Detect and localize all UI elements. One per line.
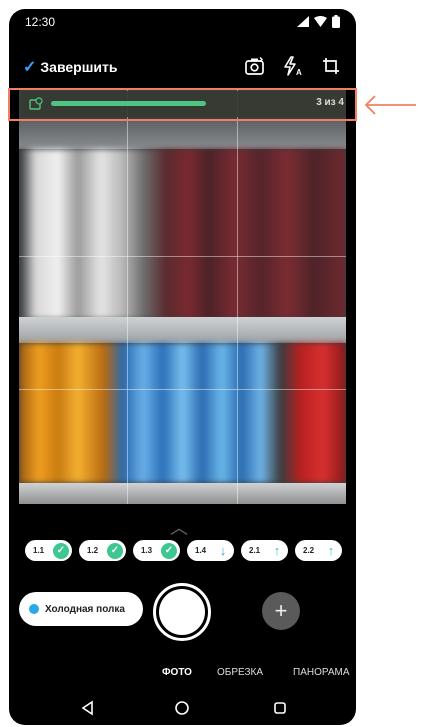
grid-line bbox=[19, 256, 346, 257]
section-chip[interactable]: 1.4 ↓ bbox=[187, 540, 234, 561]
status-time: 12:30 bbox=[25, 15, 56, 29]
signal-icon bbox=[297, 16, 309, 27]
mode-photo[interactable]: ФОТО bbox=[162, 667, 192, 678]
section-chip-label: 2.1 bbox=[249, 546, 261, 555]
status-bar: 12:30 bbox=[9, 9, 356, 35]
section-chip-label: 1.1 bbox=[33, 546, 45, 555]
shelf-color-dot bbox=[29, 604, 39, 614]
shelf-sections: 1.1 ✓ 1.2 ✓ 1.3 ✓ 1.4 ↓ 2.1 ↑ 2.2 ↑ bbox=[25, 540, 342, 561]
arrow-down-icon: ↓ bbox=[219, 543, 227, 558]
arrow-left-icon bbox=[364, 95, 416, 115]
camera-toolbar: ✓ Завершить A bbox=[9, 47, 356, 87]
shelf-type-selector[interactable]: Холодная полка bbox=[19, 592, 143, 626]
shelf-type-label: Холодная полка bbox=[45, 603, 125, 615]
switch-camera-icon[interactable] bbox=[244, 55, 266, 77]
finish-label: Завершить bbox=[40, 59, 118, 75]
grid-line bbox=[127, 89, 128, 504]
mode-panorama[interactable]: ПАНОРАМА bbox=[293, 667, 350, 678]
finish-button[interactable]: ✓ Завершить bbox=[23, 57, 117, 77]
system-nav-bar bbox=[9, 695, 356, 723]
arrow-up-icon: ↑ bbox=[327, 543, 335, 558]
shutter-inner bbox=[159, 589, 205, 635]
chevron-up-icon[interactable]: ︿ bbox=[170, 514, 188, 540]
section-chip[interactable]: 1.2 ✓ bbox=[79, 540, 126, 561]
home-icon[interactable] bbox=[173, 699, 191, 717]
grid-line bbox=[19, 389, 346, 390]
grid-line bbox=[237, 89, 238, 504]
camera-viewfinder[interactable]: 3 из 4 bbox=[19, 89, 346, 504]
plus-icon: + bbox=[274, 598, 288, 623]
crop-icon[interactable] bbox=[320, 55, 342, 77]
section-chip-label: 1.3 bbox=[141, 546, 153, 555]
section-chip[interactable]: 1.1 ✓ bbox=[25, 540, 72, 561]
section-chip-label: 1.4 bbox=[195, 546, 207, 555]
shelf-middle bbox=[19, 317, 346, 343]
camera-modes: ФОТО ОБРЕЗКА ПАНОРАМА bbox=[9, 667, 356, 683]
shelf-bottom bbox=[19, 483, 346, 504]
check-icon: ✓ bbox=[23, 59, 37, 76]
section-chip-label: 1.2 bbox=[87, 546, 99, 555]
arrow-up-icon: ↑ bbox=[273, 543, 281, 558]
shelf-lower-products bbox=[19, 343, 346, 483]
mode-crop[interactable]: ОБРЕЗКА bbox=[217, 667, 263, 678]
progress-highlight-box bbox=[8, 88, 357, 121]
wifi-icon bbox=[314, 16, 327, 27]
shelf-upper-products bbox=[19, 149, 346, 319]
top-icon-group: A bbox=[244, 55, 342, 77]
section-chip[interactable]: 2.2 ↑ bbox=[295, 540, 342, 561]
add-button[interactable]: + bbox=[262, 592, 300, 630]
flash-auto-icon[interactable]: A bbox=[282, 55, 304, 77]
battery-icon bbox=[332, 15, 340, 28]
check-icon: ✓ bbox=[161, 542, 177, 559]
shutter-button[interactable] bbox=[153, 583, 211, 641]
recents-icon[interactable] bbox=[271, 699, 289, 717]
section-chip[interactable]: 1.3 ✓ bbox=[133, 540, 180, 561]
check-icon: ✓ bbox=[107, 542, 123, 559]
section-chip[interactable]: 2.1 ↑ bbox=[241, 540, 288, 561]
back-icon[interactable] bbox=[79, 699, 97, 717]
shelf-top bbox=[19, 119, 346, 149]
section-chip-label: 2.2 bbox=[303, 546, 315, 555]
status-icons bbox=[297, 15, 340, 28]
svg-text:A: A bbox=[296, 68, 302, 77]
check-icon: ✓ bbox=[53, 542, 69, 559]
